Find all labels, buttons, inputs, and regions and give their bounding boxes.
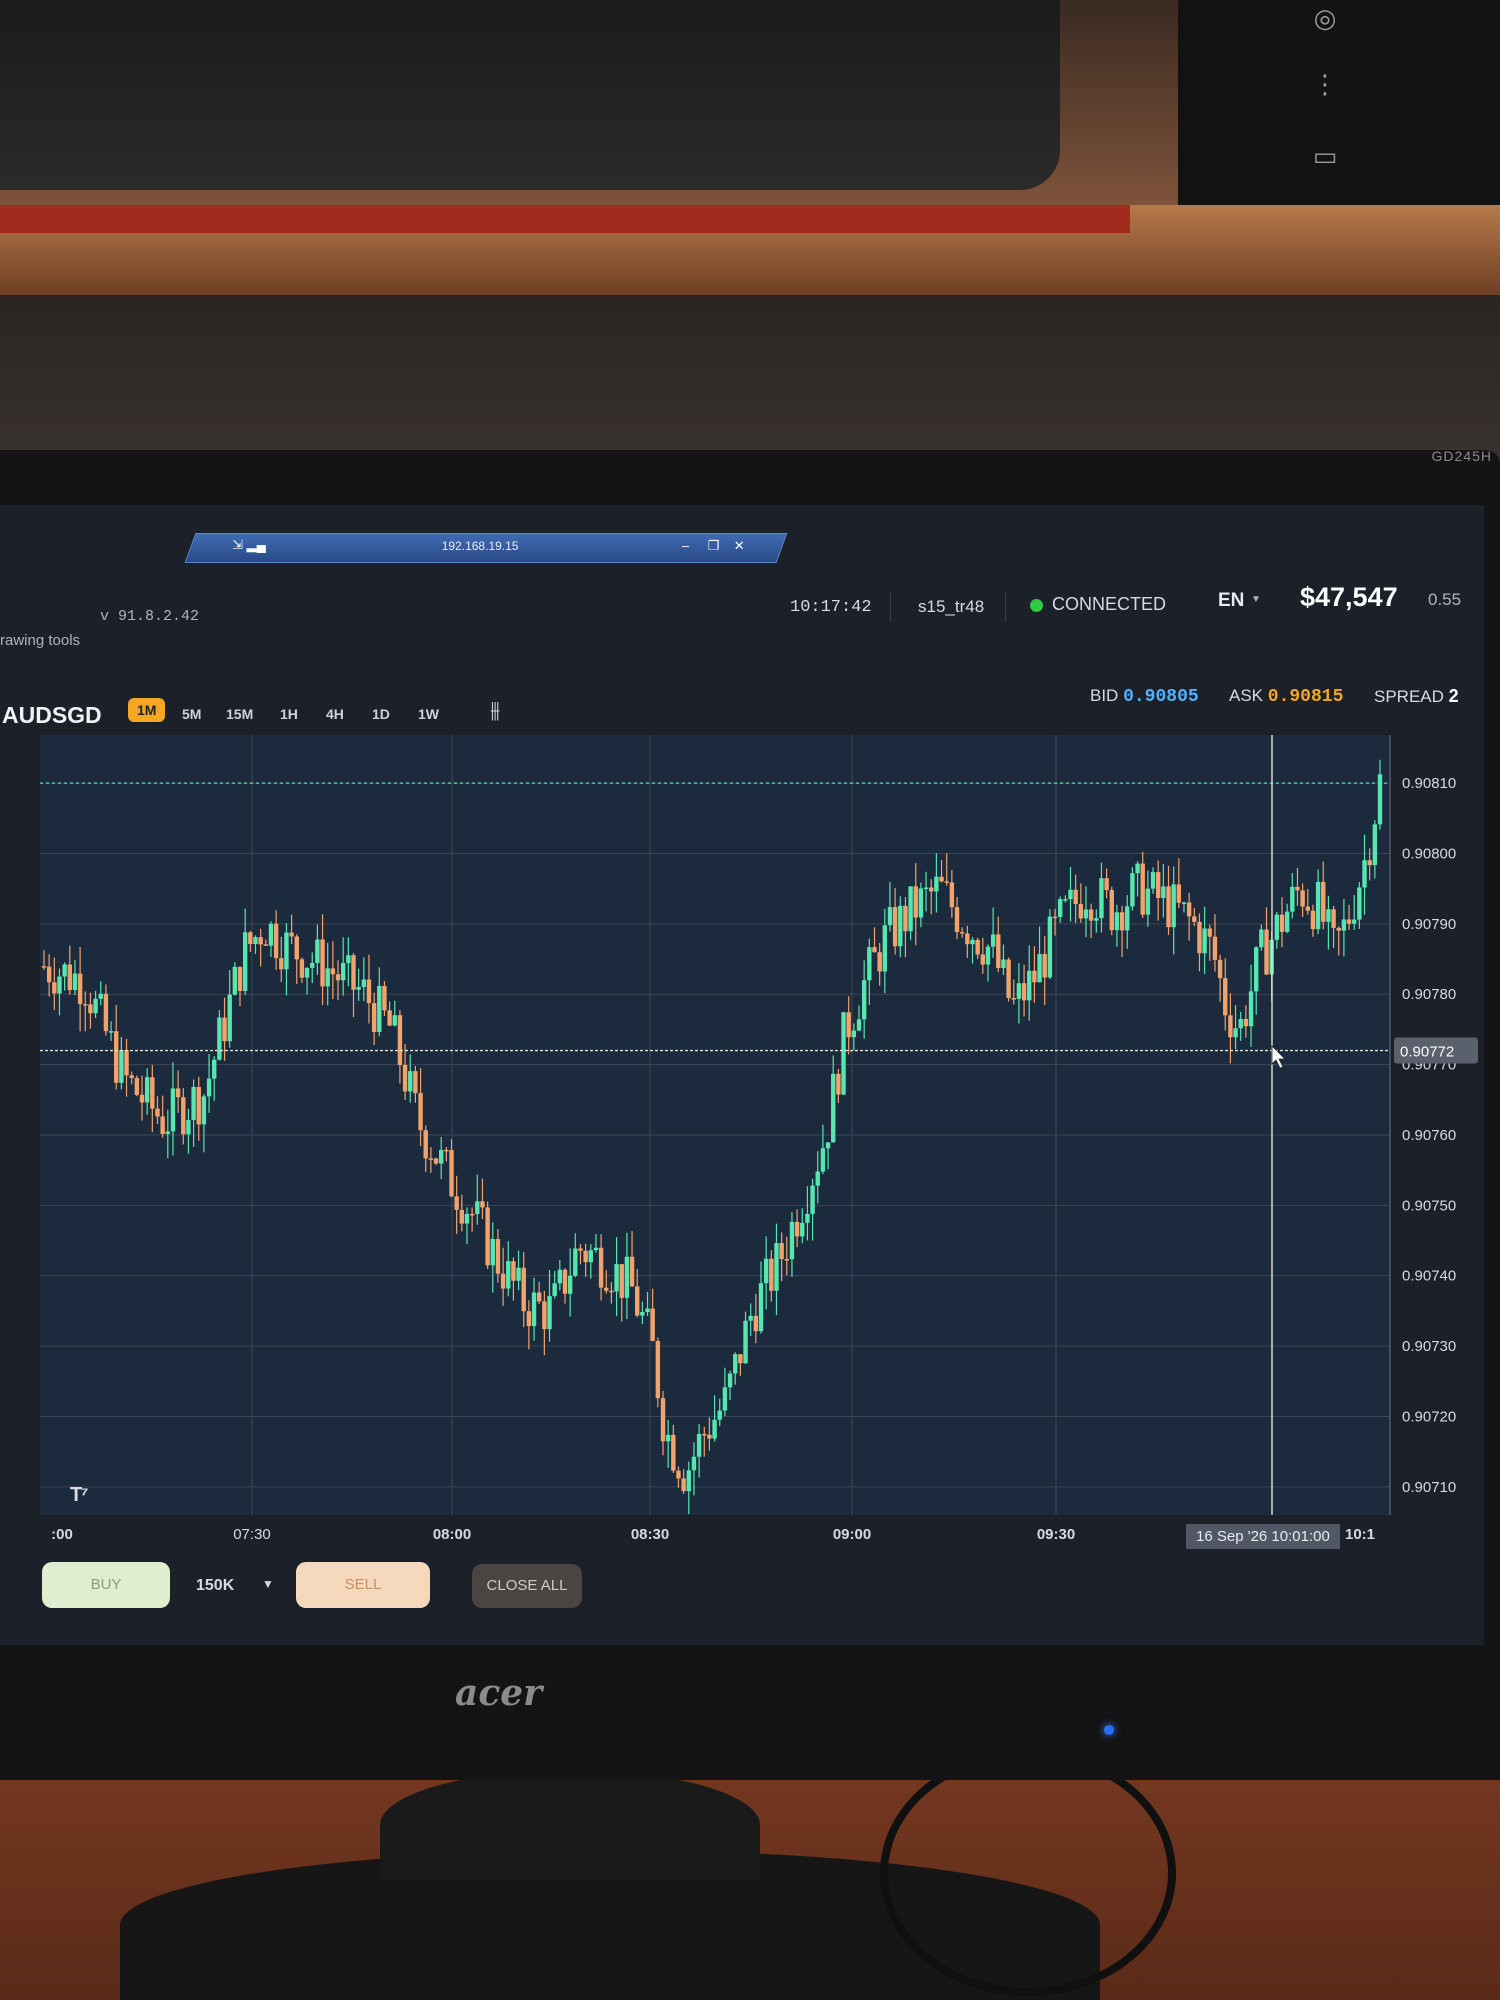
fib-lines-icon[interactable]: ≣ <box>4 1076 30 1102</box>
chevron-down-icon[interactable]: ▼ <box>262 1577 274 1591</box>
monitor-stand <box>380 1770 760 1880</box>
quantity-select[interactable]: 150K <box>196 1577 234 1595</box>
power-led <box>1104 1725 1114 1735</box>
bid-label: BID <box>1090 686 1119 705</box>
timeframe-1h[interactable]: 1H <box>280 706 298 722</box>
divider <box>1005 592 1006 622</box>
trash-icon[interactable]: 🗑︎ <box>4 1316 30 1342</box>
ohlc-readout: 26-09-16 10:01 O 0.90800 H 0.90802 L 0.9… <box>40 760 512 780</box>
cable <box>880 1750 1176 1996</box>
luggage-icon: ▭ <box>1312 142 1338 172</box>
balance-change: 0.55 <box>1428 590 1462 609</box>
divider <box>890 592 891 622</box>
ask-price: 0.90815 <box>1267 687 1344 707</box>
red-strip <box>0 205 1130 233</box>
screen <box>0 505 1484 1645</box>
timeframe-1m[interactable]: 1M <box>128 698 166 722</box>
server-time: 10:17:42 <box>790 598 872 617</box>
fullscreen-icon[interactable]: ⛶ <box>4 764 30 790</box>
magnet-icon[interactable]: ∩ <box>4 1154 30 1180</box>
wireless-icon: ◎ <box>1313 4 1337 34</box>
pencil-icon[interactable]: ✎ <box>4 1034 30 1060</box>
connection-status-dot <box>1030 599 1043 612</box>
instrument-symbol[interactable]: AUDSGD <box>2 702 102 729</box>
monitor-brand-logo: acer <box>455 1672 543 1714</box>
ask-label: ASK <box>1229 686 1264 705</box>
candlestick-chart-type-icon[interactable]: ⫵ <box>490 698 500 723</box>
spread-quote: SPREAD 2 <box>1374 686 1459 707</box>
buy-button[interactable]: BUY <box>42 1562 170 1608</box>
timeframe-5m[interactable]: 5M <box>182 706 201 722</box>
signal-icon: ⇲ ▂▄ <box>232 537 266 552</box>
minimize-icon[interactable]: – <box>682 538 689 553</box>
redo-icon[interactable]: ↷ <box>4 1276 30 1302</box>
sell-button[interactable]: SELL <box>296 1562 430 1608</box>
spread-value: 2 <box>1448 686 1459 706</box>
crosshair-time-label: 16 Sep '26 10:01:00 <box>1186 1524 1340 1549</box>
speaker-box: ◎ ⋮ ▭ <box>1178 0 1500 215</box>
timeframe-15m[interactable]: 15M <box>226 706 253 722</box>
monitor-model: GD245H <box>1431 448 1492 464</box>
app-version: v 91.8.2.42 <box>100 608 200 625</box>
account-balance: $47,547 <box>1300 582 1398 612</box>
close-all-button[interactable]: CLOSE ALL <box>472 1564 582 1608</box>
sound-wave-icon: ⋮ <box>1312 70 1338 100</box>
horizontal-line-icon[interactable]: ⟷ <box>4 952 30 978</box>
bid-ask-icon[interactable]: B/A <box>4 900 30 926</box>
remote-desktop-bar[interactable]: ⇲ ▂▄ 192.168.19.15 – ❐ ✕ <box>184 533 788 563</box>
connection-status: CONNECTED <box>1052 594 1167 614</box>
remote-ip: 192.168.19.15 <box>441 539 519 553</box>
bid-price: 0.90805 <box>1123 687 1199 707</box>
drawing-tools-label: rawing tools <box>0 632 81 649</box>
rectangle-icon[interactable]: □ <box>4 1116 30 1142</box>
bid-quote: BID 0.90805 <box>1090 686 1199 707</box>
trend-line-icon[interactable]: ╱ <box>4 994 30 1020</box>
chevron-down-icon[interactable]: ▼ <box>1251 594 1261 605</box>
spread-label: SPREAD <box>1374 687 1444 706</box>
restore-icon[interactable]: ❐ <box>708 538 720 554</box>
language-select[interactable]: EN <box>1218 590 1244 612</box>
ask-quote: ASK 0.90815 <box>1229 686 1343 707</box>
bag-on-shelf <box>0 0 1060 190</box>
close-icon[interactable]: ✕ <box>734 538 745 554</box>
tradingview-logo-icon: T⁷ <box>70 1484 89 1506</box>
timeframe-4h[interactable]: 4H <box>326 706 344 722</box>
undo-icon[interactable]: ↶ <box>4 1236 30 1262</box>
crosshair-icon[interactable]: ✛ <box>4 818 32 846</box>
lock-icon[interactable]: 🔒︎ <box>4 1194 30 1220</box>
drawing-toolbar: ⛶ ✛ ✥ B/A ⟷ ╱ ✎ ≣ □ ∩ 🔒︎ ↶ ↷ 🗑︎ <box>0 760 38 1360</box>
timeframe-1w[interactable]: 1W <box>418 706 439 722</box>
timeframe-1d[interactable]: 1D <box>372 706 390 722</box>
back-wall <box>0 295 1500 475</box>
move-icon[interactable]: ✥ <box>4 860 32 888</box>
account-id: s15_tr48 <box>918 597 985 616</box>
